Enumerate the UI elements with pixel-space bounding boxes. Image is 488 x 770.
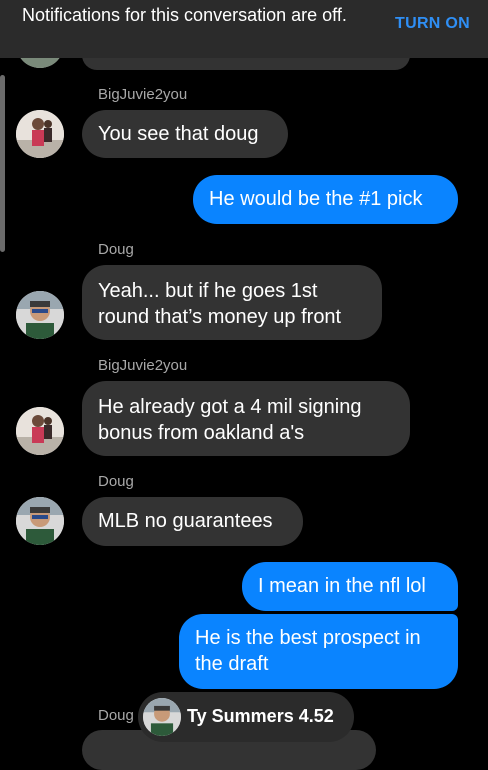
sender-name: Doug (98, 473, 134, 490)
chat-head-pill[interactable]: Ty Summers 4.52 (138, 692, 354, 742)
message-bubble-outgoing[interactable]: He is the best prospect in the draft (179, 614, 458, 689)
message-text: Yeah... but if he goes 1st round that’s … (98, 280, 342, 328)
message-bubble[interactable]: You see that doug (82, 110, 288, 158)
message-text: I mean in the nfl lol (258, 575, 426, 597)
notification-message: Notifications for this conversation are … (22, 5, 347, 25)
message-bubble[interactable]: He already got a 4 mil signing bonus fro… (82, 381, 410, 456)
chat-head-label: Ty Summers 4.52 (187, 706, 334, 726)
sender-name: Doug (98, 241, 134, 258)
avatar-doug[interactable] (16, 497, 64, 545)
message-text: He already got a 4 mil signing bonus fro… (98, 396, 362, 444)
message-text: You see that doug (98, 123, 259, 145)
message-bubble-outgoing[interactable]: He would be the #1 pick (193, 175, 458, 224)
profile-avatar-icon (16, 407, 64, 455)
message-bubble[interactable]: MLB no guarantees (82, 497, 303, 546)
message-bubble-outgoing[interactable]: I mean in the nfl lol (242, 562, 458, 611)
message-text: MLB no guarantees (98, 510, 273, 532)
turn-on-button[interactable]: TURN ON (395, 15, 470, 33)
profile-avatar-icon (16, 497, 64, 545)
avatar-doug[interactable] (16, 291, 64, 339)
scrollbar[interactable] (0, 75, 5, 252)
message-bubble[interactable]: Yeah... but if he goes 1st round that’s … (82, 265, 382, 340)
message-text: He is the best prospect in the draft (195, 627, 421, 675)
avatar-bigjuvie[interactable] (16, 407, 64, 455)
notification-banner: Notifications for this conversation are … (0, 0, 488, 58)
profile-avatar-icon (16, 291, 64, 339)
sender-name: Doug (98, 707, 134, 724)
profile-avatar-icon (143, 698, 181, 736)
profile-avatar-icon (16, 110, 64, 158)
sender-name: BigJuvie2you (98, 357, 188, 374)
sender-name: BigJuvie2you (98, 86, 188, 103)
avatar-bigjuvie[interactable] (16, 110, 64, 158)
message-text: He would be the #1 pick (209, 188, 423, 210)
